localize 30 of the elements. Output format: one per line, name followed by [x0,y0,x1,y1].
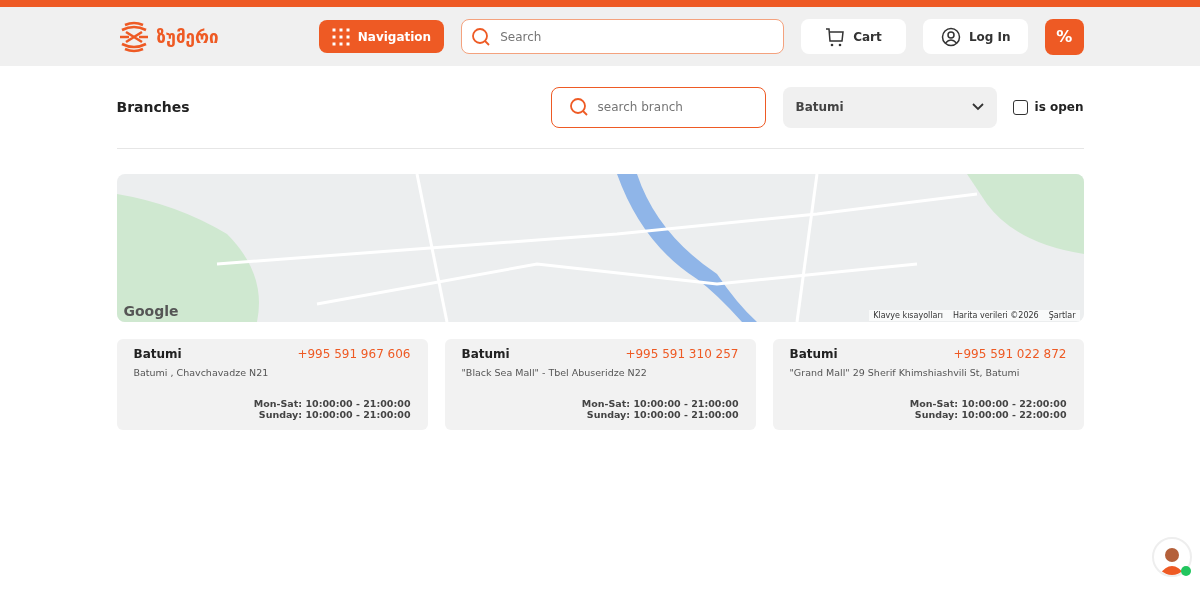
cart-button[interactable]: Cart [800,19,907,54]
map-attribution-link[interactable]: Harita verileri ©2026 [952,311,1039,320]
city-select[interactable]: Batumi [782,86,997,128]
branch-city: Batumi [789,347,838,361]
branch-address: "Grand Mall" 29 Sherif Khimshiashvili St, Batumi [789,367,1021,380]
map-logo: Google [123,303,179,319]
user-icon [940,26,961,47]
cart-icon [825,26,846,47]
branch-hours: Sunday: 10:00:00 - 21:00:00 [586,409,739,420]
map-attribution-link[interactable]: Şartlar [1048,311,1076,320]
page-title: Branches [116,99,191,115]
chevron-down-icon [971,103,984,111]
login-button[interactable]: Log In [923,19,1029,54]
branch-city: Batumi [461,347,510,361]
branch-hours: Sunday: 10:00:00 - 21:00:00 [258,409,411,420]
branch-hours: Mon-Sat: 10:00:00 - 21:00:00 [581,398,739,409]
grid-icon [331,27,350,46]
branch-hours: Mon-Sat: 10:00:00 - 22:00:00 [909,398,1067,409]
branch-hours: Sunday: 10:00:00 - 22:00:00 [914,409,1067,420]
checkbox-label: is open [1034,100,1084,114]
branch-address: "Black Sea Mall" - Tbel Abuseridze N22 [461,367,648,380]
map-placeholder[interactable]: Google Klavye kısayolları Harita verileri ©2026 Şartlar [116,174,1084,322]
branch-address: Batumi , Chavchavadze N21 [133,367,270,380]
map-attribution-link[interactable]: Klavye kısayolları [873,311,943,320]
search-field[interactable]: Search [461,19,784,54]
chat-avatar[interactable] [1152,537,1192,577]
branch-hours: Mon-Sat: 10:00:00 - 21:00:00 [253,398,411,409]
branch-search-field[interactable]: search branch [550,86,766,128]
checkbox[interactable] [1012,99,1028,115]
branch-city: Batumi [133,347,182,361]
